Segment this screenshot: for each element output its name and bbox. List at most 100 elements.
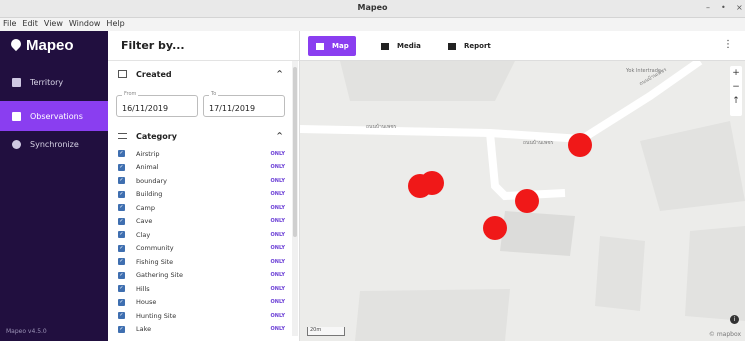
category-row[interactable]: ✓ Camp ONLY [118,202,294,213]
minimize-button[interactable]: – [706,3,710,12]
only-button[interactable]: ONLY [271,272,285,278]
checkbox-checked-icon[interactable]: ✓ [118,244,125,252]
menu-window[interactable]: Window [66,18,104,28]
tab-map[interactable]: Map [308,36,356,56]
tab-label: Media [397,42,421,50]
category-row[interactable]: ✓ Clay ONLY [118,229,294,240]
checkbox-checked-icon[interactable]: ✓ [118,325,125,333]
zoom-controls: + − ↑ [730,66,742,116]
only-button[interactable]: ONLY [271,178,285,184]
place-label: Yok Intertrade [626,68,661,74]
sidebar-item-label: Observations [30,111,83,121]
checkbox-checked-icon[interactable]: ✓ [118,217,125,225]
date-to-field[interactable]: To 17/11/2019 [203,91,285,117]
road [300,125,583,143]
only-button[interactable]: ONLY [271,151,285,157]
checkbox-checked-icon[interactable]: ✓ [118,298,125,306]
checkbox-checked-icon[interactable]: ✓ [118,163,125,171]
tab-label: Map [332,42,349,50]
tab-media[interactable]: Media [373,36,433,56]
checkbox-checked-icon[interactable]: ✓ [118,258,125,265]
mapbox-attribution[interactable]: © mapbox [709,331,741,338]
more-menu-icon[interactable]: ⋮ [723,39,733,50]
category-section-header[interactable]: Category ^ [118,129,286,143]
category-row[interactable]: ✓ Hunting Site ONLY [118,310,294,321]
category-row[interactable]: ✓ Fishing Site ONLY [118,256,294,267]
date-from-field[interactable]: From 16/11/2019 [116,91,198,117]
only-button[interactable]: ONLY [271,218,285,224]
zoom-in-button[interactable]: + [730,66,742,80]
chevron-up-icon[interactable]: ^ [276,69,283,78]
sidebar-item-label: Territory [30,77,64,87]
category-label: Gathering Site [136,271,183,279]
calendar-icon [118,70,127,78]
category-label: Hills [136,284,150,293]
brand-name: Mapeo [26,37,74,54]
category-row[interactable]: ✓ Gathering Site ONLY [118,270,294,281]
menu-bar: File Edit View Window Help [0,18,745,31]
only-button[interactable]: ONLY [271,299,285,305]
only-button[interactable]: ONLY [271,326,285,332]
mapeo-pin-icon [8,36,24,52]
only-button[interactable]: ONLY [271,205,285,211]
category-label: Animal [136,163,159,171]
grid-icon [381,42,389,50]
category-row[interactable]: ✓ House ONLY [118,297,294,308]
only-button[interactable]: ONLY [271,232,285,238]
only-button[interactable]: ONLY [271,245,285,251]
category-row[interactable]: ✓ Airstrip ONLY [118,148,294,159]
category-row[interactable]: ✓ Building ONLY [118,189,294,200]
maximize-button[interactable]: • [721,3,726,12]
tab-report[interactable]: Report [440,36,504,56]
category-row[interactable]: ✓ Community ONLY [118,243,294,254]
category-row[interactable]: ✓ Hills ONLY [118,283,294,294]
category-row[interactable]: ✓ boundary ONLY [118,175,294,186]
close-button[interactable]: × [736,3,743,12]
only-button[interactable]: ONLY [271,191,285,197]
observation-marker[interactable] [515,189,539,213]
only-button[interactable]: ONLY [271,164,285,170]
sidebar-item-observations[interactable]: Observations [0,101,108,131]
category-row[interactable]: ✓ Animal ONLY [118,162,294,173]
info-icon[interactable]: i [730,315,739,324]
date-from-label: From [122,91,139,97]
observation-marker[interactable] [420,171,444,195]
filter-scrollbar[interactable] [292,61,298,336]
scrollbar-thumb[interactable] [293,67,297,237]
only-button[interactable]: ONLY [271,259,285,265]
category-label: Camp [136,203,155,212]
category-row[interactable]: ✓ Cave ONLY [118,216,294,227]
photo-icon [12,111,21,121]
checkbox-checked-icon[interactable]: ✓ [118,150,125,157]
compass-icon[interactable]: ↑ [730,94,742,108]
observation-marker[interactable] [483,216,507,240]
map-view[interactable]: ถนนบ้านเพชร ถนนบ้านเพชร ถนนบ้านเพชร Yok … [300,61,745,341]
checkbox-checked-icon[interactable]: ✓ [118,190,125,198]
map-canvas[interactable] [300,61,745,341]
chevron-up-icon[interactable]: ^ [276,131,283,140]
checkbox-checked-icon[interactable]: ✓ [118,177,125,184]
category-title: Category [136,131,177,141]
category-row[interactable]: ✓ Lake ONLY [118,324,294,335]
building-footprint [640,121,745,211]
checkbox-checked-icon[interactable]: ✓ [118,285,125,292]
checkbox-checked-icon[interactable]: ✓ [118,271,125,279]
sidebar-item-territory[interactable]: Territory [0,67,108,97]
checkbox-checked-icon[interactable]: ✓ [118,204,125,211]
zoom-out-button[interactable]: − [730,80,742,94]
checkbox-checked-icon[interactable]: ✓ [118,312,125,319]
category-label: boundary [136,176,167,185]
sidebar-item-synchronize[interactable]: Synchronize [0,129,108,159]
only-button[interactable]: ONLY [271,313,285,319]
menu-file[interactable]: File [0,18,19,28]
created-section-header[interactable]: Created ^ [118,67,286,81]
menu-edit[interactable]: Edit [19,18,41,28]
observation-marker[interactable] [568,133,592,157]
menu-view[interactable]: View [41,18,66,28]
filter-panel: Filter by... Created ^ From 16/11/2019 T… [108,31,300,341]
category-label: Hunting Site [136,311,177,320]
menu-help[interactable]: Help [103,18,127,28]
checkbox-checked-icon[interactable]: ✓ [118,231,125,238]
only-button[interactable]: ONLY [271,286,285,292]
map-scale: 20m [307,327,345,336]
